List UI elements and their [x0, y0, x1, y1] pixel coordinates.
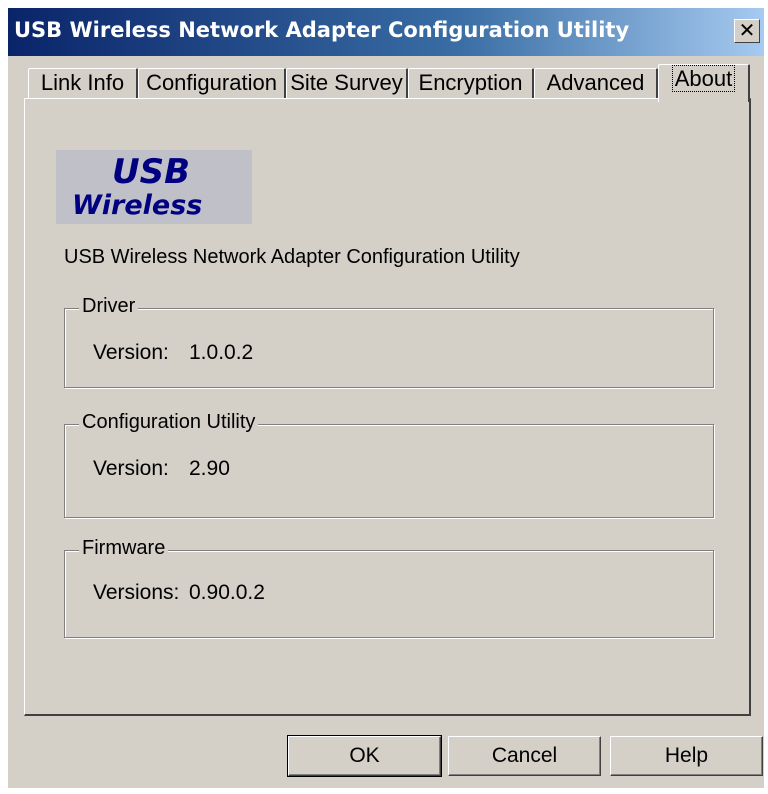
- utility-version-label: Version:: [93, 457, 169, 480]
- usb-wireless-logo: USB Wireless: [56, 150, 252, 224]
- firmware-group: Firmware Versions: 0.90.0.2: [64, 537, 714, 638]
- utility-group: Configuration Utility Version: 2.90: [64, 411, 714, 518]
- tab-configuration[interactable]: Configuration: [138, 68, 286, 98]
- driver-version-label: Version:: [93, 341, 169, 364]
- tab-encryption[interactable]: Encryption: [408, 68, 534, 98]
- logo-line-usb: USB: [111, 152, 190, 192]
- product-description: USB Wireless Network Adapter Configurati…: [64, 246, 520, 268]
- logo-line-wireless: Wireless: [72, 190, 203, 221]
- firmware-group-title: Firmware: [79, 537, 169, 560]
- utility-version-value: 2.90: [189, 457, 230, 480]
- utility-group-title: Configuration Utility: [79, 411, 259, 434]
- close-icon: ✕: [738, 18, 756, 42]
- title-bar[interactable]: USB Wireless Network Adapter Configurati…: [8, 8, 764, 56]
- firmware-version-label: Versions:: [93, 581, 180, 604]
- close-button[interactable]: ✕: [734, 19, 760, 43]
- firmware-version-value: 0.90.0.2: [189, 581, 265, 604]
- driver-group-title: Driver: [79, 295, 139, 318]
- tab-site-survey[interactable]: Site Survey: [286, 68, 408, 98]
- driver-group: Driver Version: 1.0.0.2: [64, 295, 714, 388]
- tab-link-info[interactable]: Link Info: [28, 68, 138, 98]
- driver-version-value: 1.0.0.2: [189, 341, 254, 364]
- ok-button[interactable]: OK: [287, 735, 442, 777]
- window-title: USB Wireless Network Adapter Configurati…: [14, 18, 630, 42]
- cancel-button[interactable]: Cancel: [448, 736, 601, 776]
- tab-advanced[interactable]: Advanced: [534, 68, 658, 98]
- help-button[interactable]: Help: [610, 736, 763, 776]
- tab-about[interactable]: About: [658, 64, 750, 102]
